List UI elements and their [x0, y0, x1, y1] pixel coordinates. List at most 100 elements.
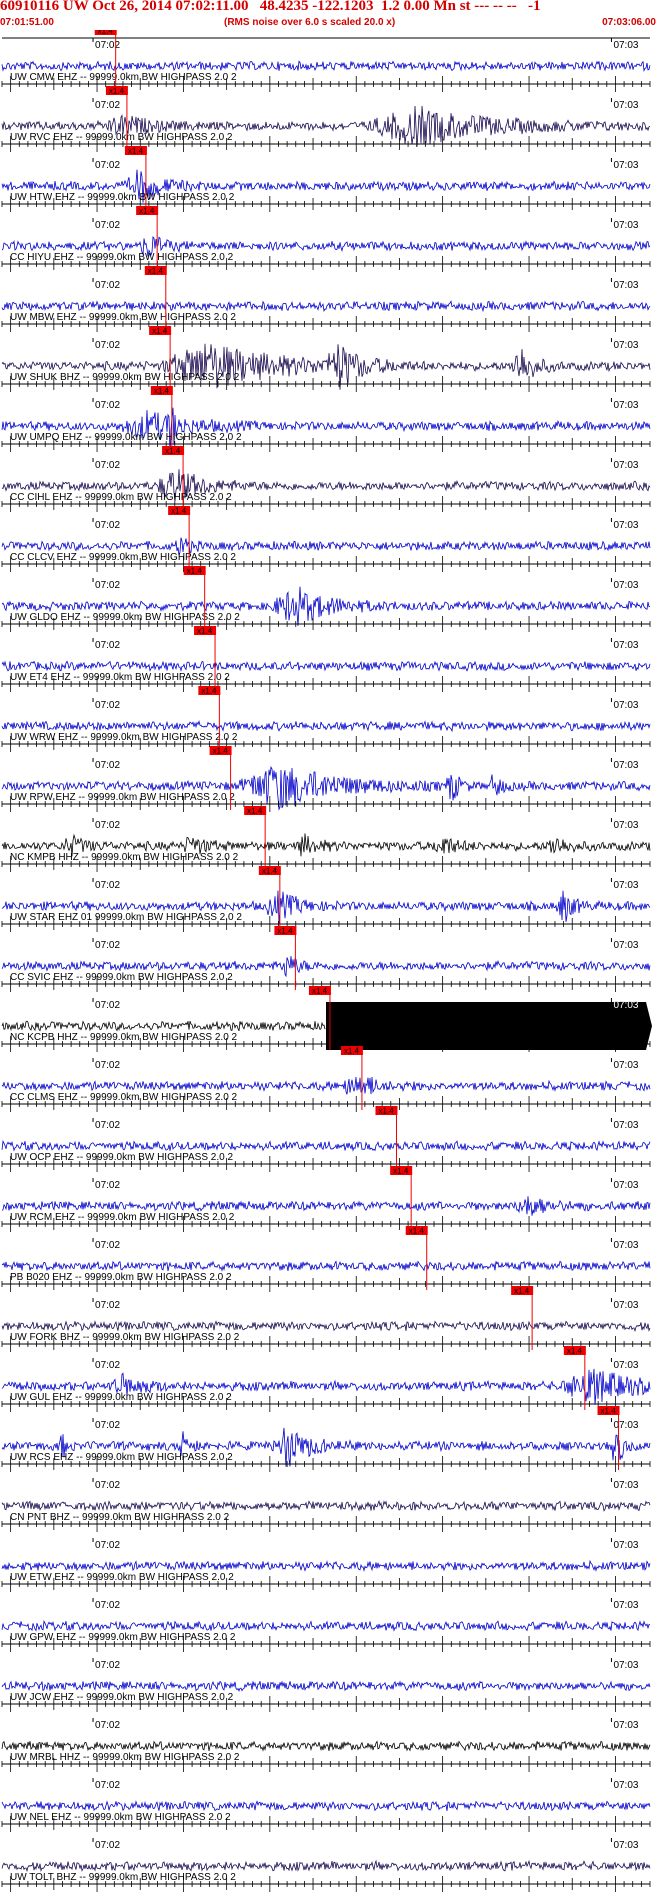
trace-22: 07:02 07:03 UW GUL EHZ -- 99999.0km BW HIG… [1, 1346, 651, 1412]
waveform [1, 1260, 651, 1272]
time-tick-label: 07:03 [613, 100, 638, 111]
time-tick-label: 07:03 [613, 1120, 638, 1131]
trace-28: 07:02 07:03 UW MRBL HHZ -- 99999.0km BW HI… [1, 1718, 651, 1772]
time-tick-label: 07:03 [613, 760, 638, 771]
pick-label: x1.4 [128, 147, 144, 156]
pick-label: x1.4 [98, 30, 114, 36]
trace-6: 07:02 07:03 UW UMPQ EHZ -- 99999.0km BW HI… [1, 386, 651, 455]
time-tick-label: 07:02 [95, 760, 120, 771]
pick-label: x1.4 [344, 1047, 360, 1056]
time-tick-label: 07:02 [95, 1360, 120, 1371]
time-tick-label: 07:02 [95, 220, 120, 231]
waveform [1, 1740, 651, 1752]
station-label: UW HTW EHZ -- 99999.0km BW HIGHPASS 2.0 … [10, 192, 235, 203]
time-tick-label: 07:02 [95, 820, 120, 831]
station-label: UW RPW EHZ -- 99999.0km BW HIGHPASS 2.0 … [10, 792, 235, 803]
pick-label: x1.4 [197, 627, 213, 636]
trace-17: 07:02 07:03 CC CLMS EHZ -- 99999.0km BW HI… [1, 1046, 651, 1112]
station-label: UW MBW EHZ -- 99999.0km BW HIGHPASS 2.0 … [10, 312, 236, 323]
trace-11: 07:02 07:03 UW WRW EHZ -- 99999.0km BW HIG… [1, 686, 651, 752]
time-tick-label: 07:03 [613, 1540, 638, 1551]
pick-label: x1.4 [567, 1347, 583, 1356]
time-tick-label: 07:03 [613, 460, 638, 471]
time-tick-label: 07:03 [613, 1060, 638, 1071]
trace-9: 07:02 07:03 UW GLDO EHZ -- 99999.0km BW HI… [1, 566, 651, 632]
time-tick-label: 07:02 [95, 880, 120, 891]
station-label: CC CLMS EHZ -- 99999.0km BW HIGHPASS 2.0… [10, 1092, 238, 1103]
time-tick-label: 07:02 [95, 40, 120, 51]
waveform [1, 1499, 651, 1512]
waveform [1, 1139, 651, 1152]
time-tick-label: 07:02 [95, 1180, 120, 1191]
station-label: UW UMPQ EHZ -- 99999.0km BW HIGHPASS 2.0… [10, 432, 242, 443]
time-tick-label: 07:02 [95, 1600, 120, 1611]
time-tick-label: 07:03 [613, 400, 638, 411]
station-label: CC SVIC EHZ -- 99999.0km BW HIGHPASS 2.0… [10, 972, 233, 983]
trace-8: 07:02 07:03 CC CLCV EHZ -- 99999.0km BW HI… [1, 506, 651, 572]
pick-label: x1.4 [139, 207, 155, 216]
time-tick-label: 07:03 [613, 220, 638, 231]
trace-4: 07:02 07:03 UW MBW EHZ -- 99999.0km BW HIG… [1, 266, 651, 332]
station-label: UW ETW EHZ -- 99999.0km BW HIGHPASS 2.0 … [10, 1572, 234, 1583]
station-label: UW OCP EHZ -- 99999.0km BW HIGHPASS 2.0 … [10, 1152, 233, 1163]
time-tick-label: 07:02 [95, 460, 120, 471]
station-label: UW CMW EHZ -- 99999.0km BW HIGHPASS 2.0 … [10, 72, 237, 83]
station-label: CC HIYU EHZ -- 99999.0km BW HIGHPASS 2.0… [10, 252, 234, 263]
station-label: UW GPW EHZ -- 99999.0km BW HIGHPASS 2.0 … [10, 1632, 236, 1643]
time-tick-label: 07:02 [95, 1120, 120, 1131]
pick-label: x1.4 [277, 927, 293, 936]
time-tick-label-inverse: 07:03 [613, 1000, 638, 1011]
station-label: UW SHUK BHZ -- 99999.0km BW HIGHPASS 2.0… [10, 372, 240, 383]
time-tick-label: 07:03 [613, 1420, 638, 1431]
time-tick-label: 07:03 [613, 1480, 638, 1491]
pick-label: x1.4 [514, 1287, 530, 1296]
pick-label: x1.4 [213, 747, 229, 756]
waveform [1, 1020, 326, 1032]
time-tick-label: 07:03 [613, 340, 638, 351]
time-tick-label: 07:02 [95, 1840, 120, 1851]
pick-label: x1.4 [148, 267, 164, 276]
station-label: UW JCW EHZ -- 99999.0km BW HIGHPASS 2.0 … [10, 1692, 234, 1703]
trace-10: 07:02 07:03 UW ET4 EHZ -- 99999.0km BW HIG… [1, 626, 651, 692]
waveform [1, 660, 651, 672]
station-label: UW WRW EHZ -- 99999.0km BW HIGHPASS 2.0 … [10, 732, 238, 743]
time-tick-label: 07:02 [95, 1060, 120, 1071]
pick-label: x1.4 [378, 1107, 394, 1116]
time-tick-label: 07:02 [95, 1540, 120, 1551]
time-tick-label: 07:02 [95, 580, 120, 591]
time-tick-label: 07:02 [95, 1720, 120, 1731]
station-label: UW TOLT BHZ -- 99999.0km BW HIGHPASS 2.0… [10, 1872, 236, 1883]
trace-27: 07:02 07:03 UW JCW EHZ -- 99999.0km BW HIG… [1, 1658, 651, 1712]
time-tick-label: 07:03 [613, 520, 638, 531]
trace-21: 07:02 07:03 UW FORK BHZ -- 99999.0km BW HI… [1, 1286, 651, 1352]
pick-label: x1.4 [154, 387, 170, 396]
time-tick-label: 07:03 [613, 160, 638, 171]
trace-13: 07:02 07:03 NC KMPB HHZ -- 99999.0km BW HI… [1, 806, 651, 872]
time-tick-label: 07:03 [613, 880, 638, 891]
trace-29: 07:02 07:03 UW NEL EHZ -- 99999.0km BW HIG… [1, 1778, 651, 1832]
station-label: CN PNT BHZ -- 99999.0km BW HIGHPASS 2.0 … [10, 1512, 230, 1523]
waveform [1, 719, 651, 733]
pick-label: x1.4 [247, 807, 263, 816]
time-tick-label: 07:03 [613, 280, 638, 291]
station-label: UW STAR EHZ 01 99999.0km BW HIGHPASS 2.0… [10, 912, 242, 923]
trace-2: 07:02 07:03 UW HTW EHZ -- 99999.0km BW HIG… [1, 146, 651, 212]
station-label: UW FORK BHZ -- 99999.0km BW HIGHPASS 2.0… [10, 1332, 240, 1343]
trace-1: 07:02 07:03 UW RVC EHZ -- 99999.0km BW HIG… [1, 86, 651, 152]
station-label: UW RVC EHZ -- 99999.0km BW HIGHPASS 2.0 … [10, 132, 233, 143]
station-label: UW NEL EHZ -- 99999.0km BW HIGHPASS 2.0 … [10, 1812, 231, 1823]
trace-30: 07:02 07:03 UW TOLT BHZ -- 99999.0km BW HI… [1, 1838, 651, 1892]
time-tick-label: 07:02 [95, 160, 120, 171]
station-label: NC KMPB HHZ -- 99999.0km BW HIGHPASS 2.0… [10, 852, 239, 863]
trace-14: 07:02 07:03 UW STAR EHZ 01 99999.0km BW HI… [1, 866, 651, 932]
trace-20: 07:02 07:03 PB B020 EHZ -- 99999.0km BW HI… [1, 1226, 651, 1292]
time-tick-label: 07:03 [613, 1180, 638, 1191]
pick-label: x1.4 [109, 87, 125, 96]
pick-label: x1.4 [312, 987, 328, 996]
station-label: UW RCM EHZ -- 99999.0km BW HIGHPASS 2.0 … [10, 1212, 235, 1223]
trace-19: 07:02 07:03 UW RCM EHZ -- 99999.0km BW HIG… [1, 1166, 651, 1232]
trace-3: 07:02 07:03 CC HIYU EHZ -- 99999.0km BW HI… [1, 206, 651, 272]
pick-label: x1.4 [187, 567, 203, 576]
waveform [1, 300, 651, 313]
trace-12: 07:02 07:03 UW RPW EHZ -- 99999.0km BW HIG… [1, 746, 651, 812]
